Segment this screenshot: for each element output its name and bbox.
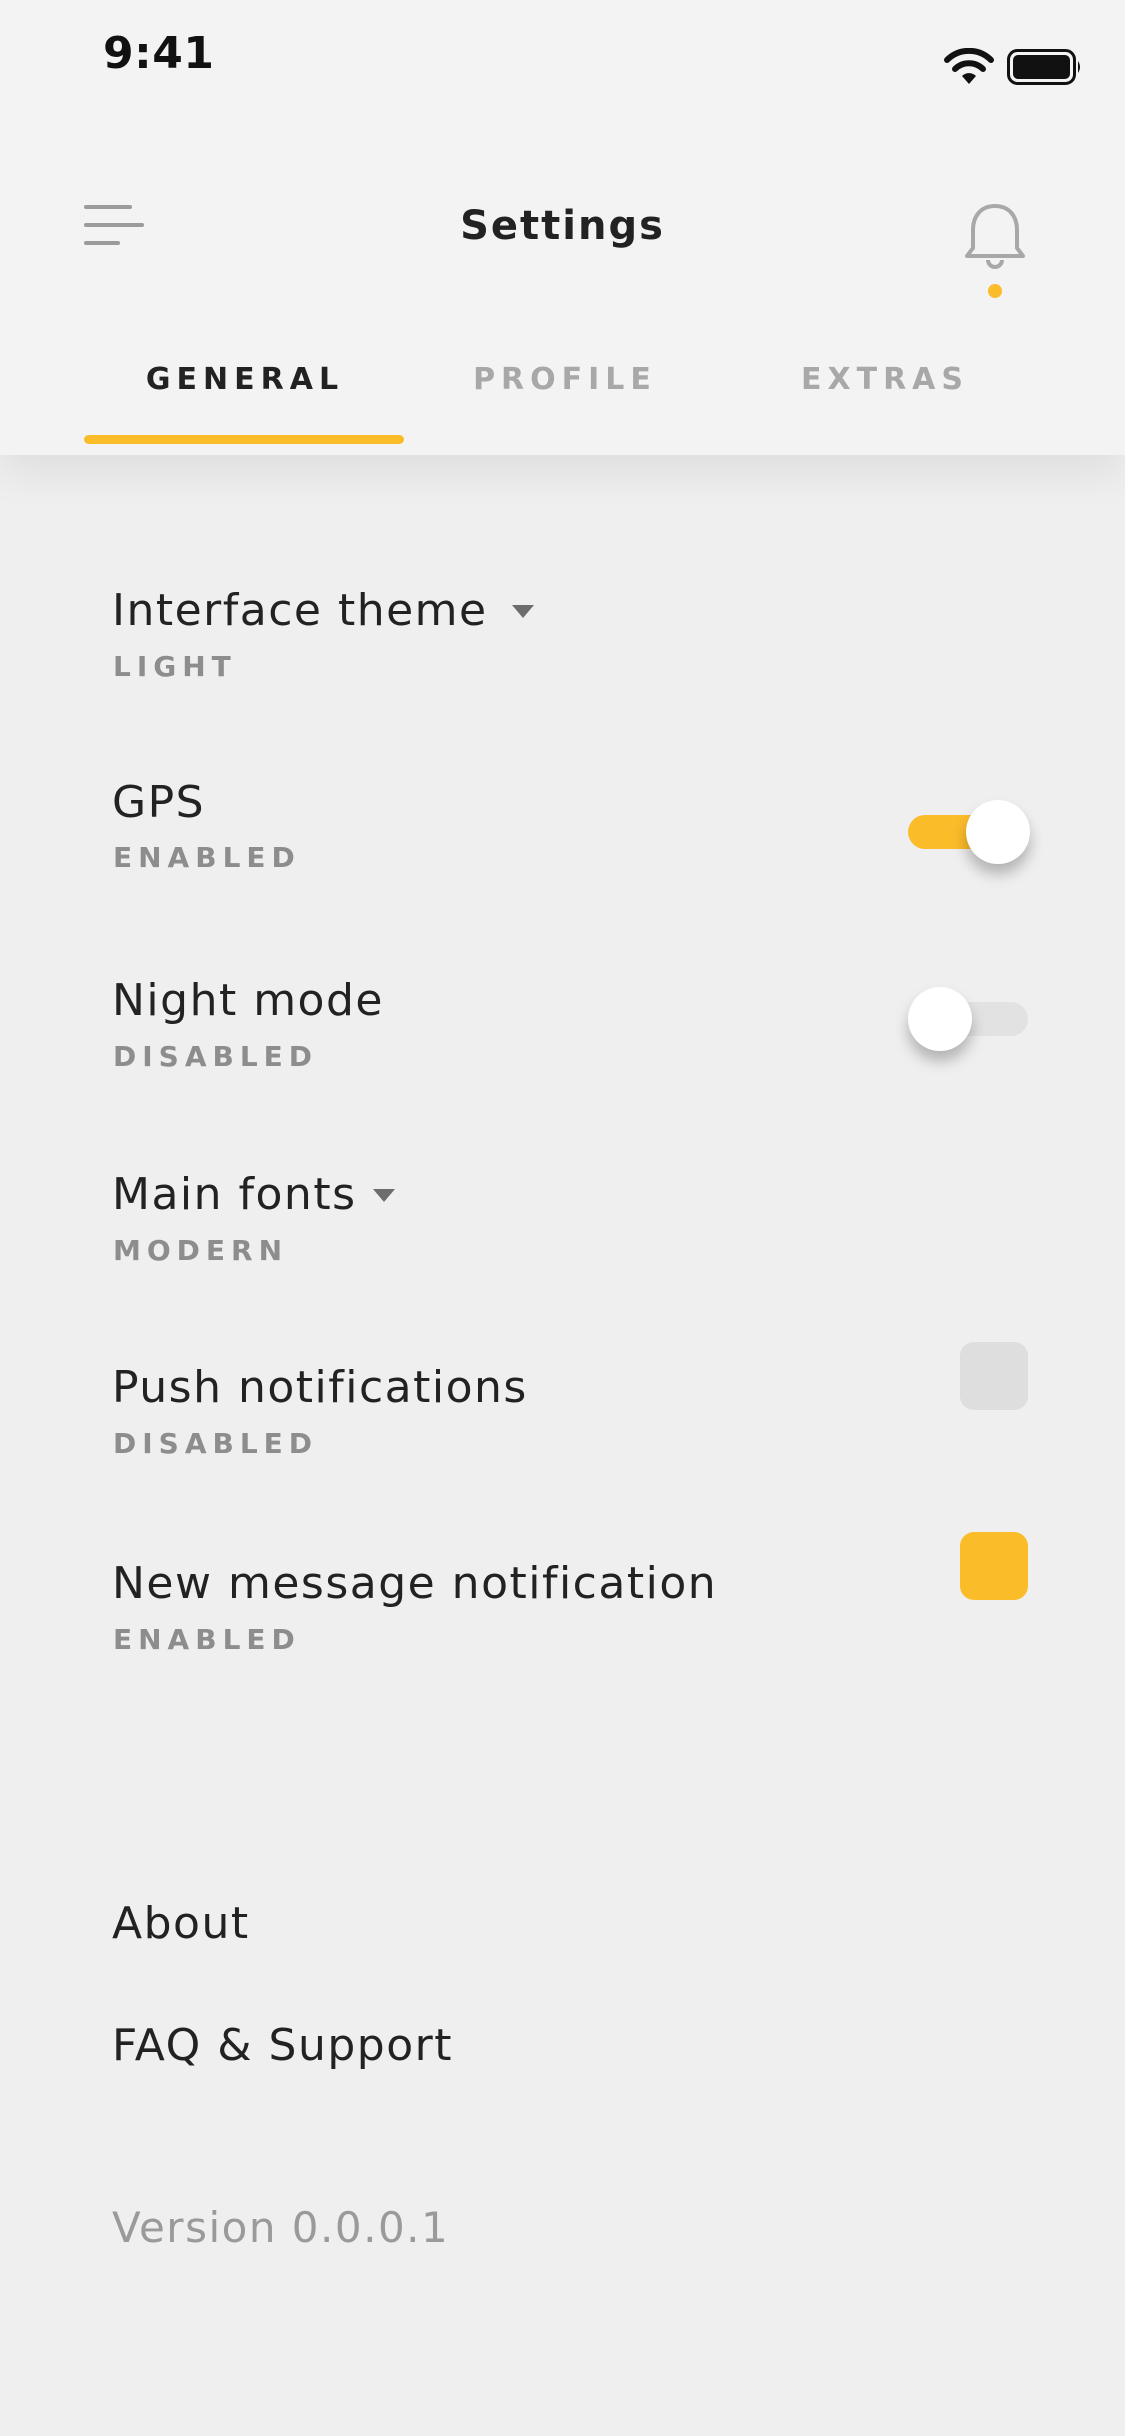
toggle-knob xyxy=(908,987,972,1051)
main-fonts-label: Main fonts xyxy=(112,1169,357,1220)
night-mode-value: DISABLED xyxy=(113,1040,319,1073)
gps-toggle[interactable] xyxy=(908,800,1030,864)
tab-profile[interactable]: PROFILE xyxy=(405,362,725,397)
tab-general[interactable]: GENERAL xyxy=(85,362,405,397)
main-fonts-value: MODERN xyxy=(113,1234,289,1267)
new-message-notification-label: New message notification xyxy=(112,1558,718,1609)
version-text: Version 0.0.0.1 xyxy=(112,2203,450,2252)
toggle-knob xyxy=(966,800,1030,864)
faq-support-link[interactable]: FAQ & Support xyxy=(112,2020,453,2071)
notification-dot xyxy=(988,284,1002,298)
tab-extras[interactable]: EXTRAS xyxy=(725,362,1045,397)
app-header: 9:41 Settings GENERAL PROFILE EXTRAS xyxy=(0,0,1125,455)
active-tab-indicator xyxy=(84,435,404,444)
battery-icon xyxy=(1007,49,1080,85)
new-message-notification-value: ENABLED xyxy=(113,1623,301,1656)
interface-theme-value: LIGHT xyxy=(113,650,237,683)
chevron-down-icon xyxy=(372,1188,395,1202)
status-bar-time: 9:41 xyxy=(103,28,215,79)
wifi-icon xyxy=(944,48,994,84)
push-notifications-value: DISABLED xyxy=(113,1427,319,1460)
gps-value: ENABLED xyxy=(113,841,301,874)
gps-label: GPS xyxy=(112,777,206,828)
page-title: Settings xyxy=(460,203,665,249)
bell-icon[interactable] xyxy=(962,200,1028,300)
about-link[interactable]: About xyxy=(112,1898,250,1949)
push-notifications-checkbox[interactable] xyxy=(960,1342,1028,1410)
interface-theme-dropdown[interactable]: Interface theme xyxy=(112,585,534,636)
new-message-notification-checkbox[interactable] xyxy=(960,1532,1028,1600)
chevron-down-icon xyxy=(511,604,534,618)
night-mode-toggle[interactable] xyxy=(908,987,1028,1051)
interface-theme-label: Interface theme xyxy=(112,585,488,636)
push-notifications-label: Push notifications xyxy=(112,1362,528,1413)
main-fonts-dropdown[interactable]: Main fonts xyxy=(112,1169,395,1220)
night-mode-label: Night mode xyxy=(112,975,384,1026)
